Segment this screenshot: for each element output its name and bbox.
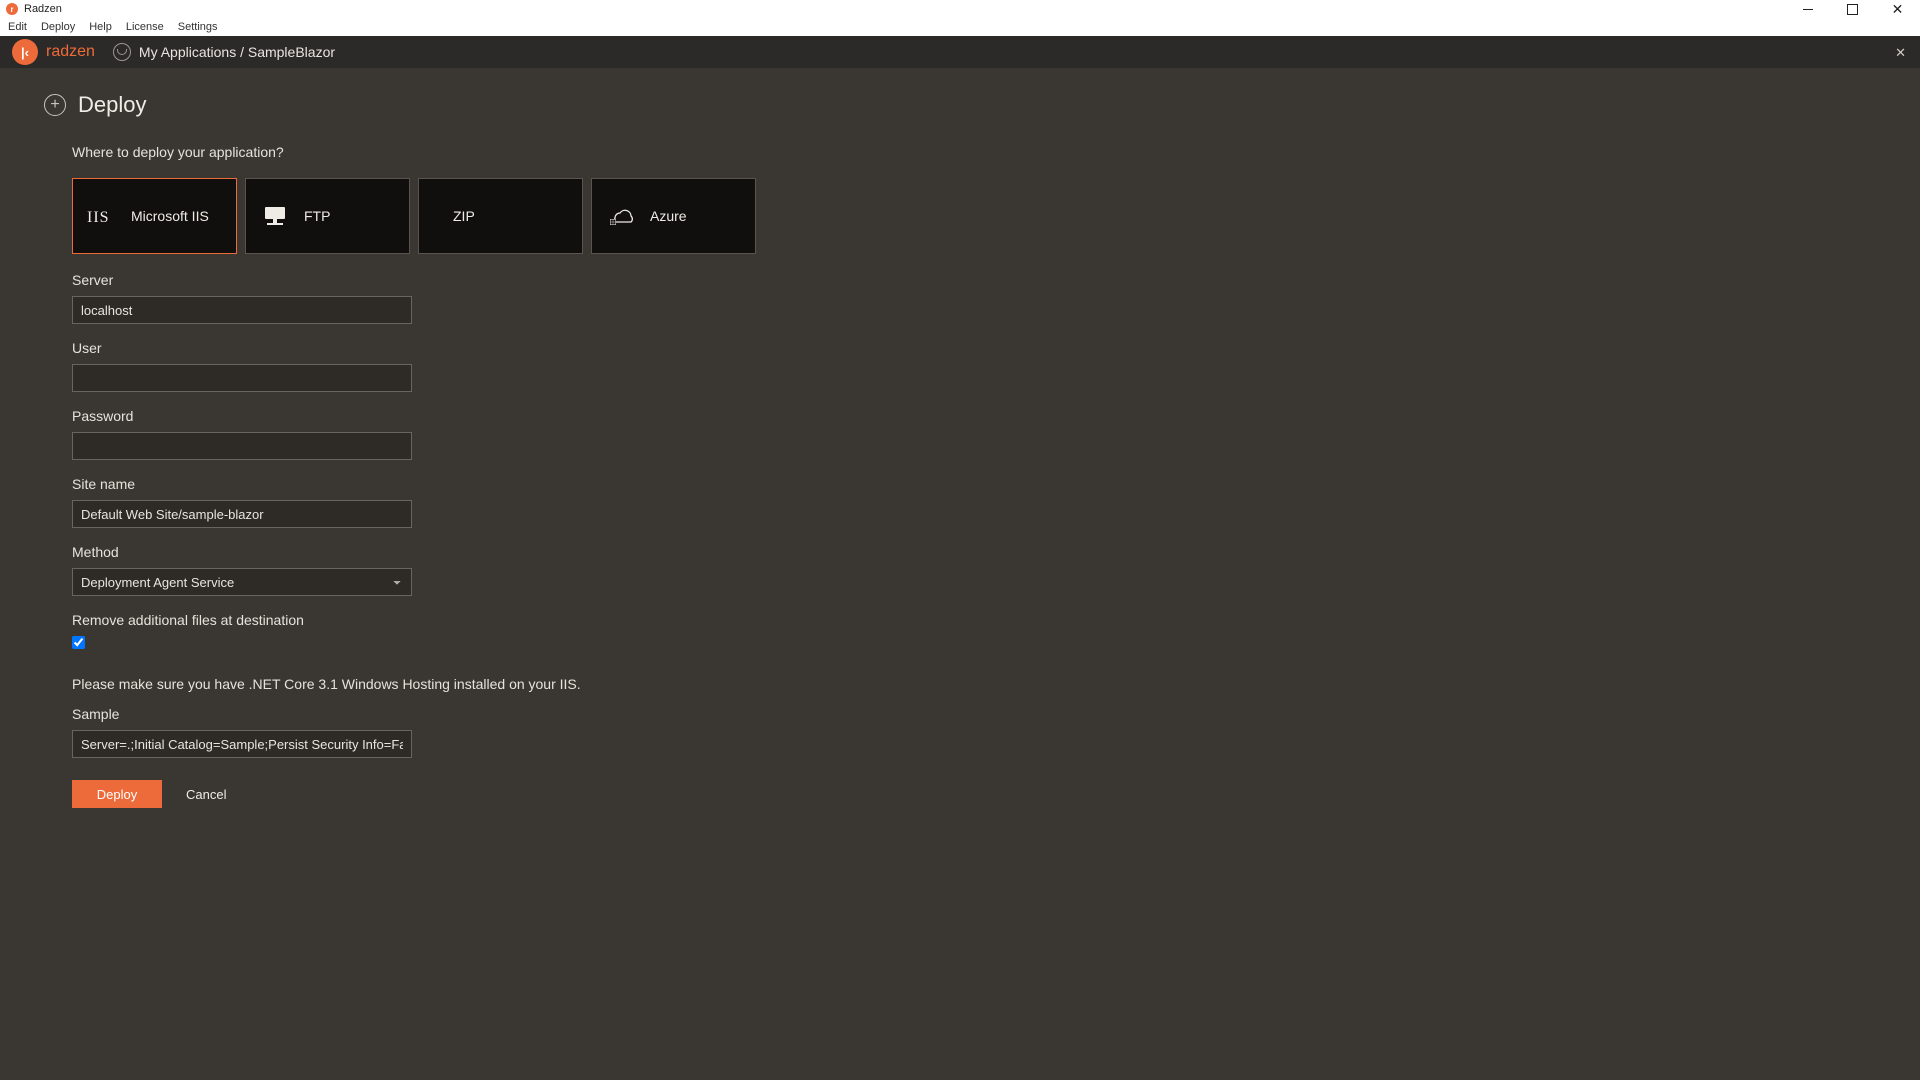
menu-license[interactable]: License [126, 21, 164, 33]
deploy-button[interactable]: Deploy [72, 780, 162, 808]
sitename-label: Site name [72, 476, 892, 492]
method-label: Method [72, 544, 892, 560]
deploy-subheading: Where to deploy your application? [72, 144, 892, 160]
target-label: Microsoft IIS [131, 208, 209, 224]
deploy-targets: IIS Microsoft IIS FTP ZIP Azure [72, 178, 892, 254]
server-label: Server [72, 272, 892, 288]
sample-label: Sample [72, 706, 892, 722]
method-select[interactable]: Deployment Agent Service [72, 568, 412, 596]
hosting-notice: Please make sure you have .NET Core 3.1 … [72, 676, 892, 692]
password-label: Password [72, 408, 892, 424]
menu-edit[interactable]: Edit [8, 21, 27, 33]
menu-deploy[interactable]: Deploy [41, 21, 75, 33]
target-zip[interactable]: ZIP [418, 178, 583, 254]
menu-bar: Edit Deploy Help License Settings [0, 18, 1920, 36]
target-ftp[interactable]: FTP [245, 178, 410, 254]
remove-files-label: Remove additional files at destination [72, 612, 892, 628]
panel-close-icon[interactable]: ✕ [1895, 45, 1906, 61]
target-label: Azure [650, 208, 687, 224]
iis-icon: IIS [87, 205, 117, 227]
password-input[interactable] [72, 432, 412, 460]
plus-circle-icon: + [44, 94, 66, 116]
svg-text:IIS: IIS [87, 209, 110, 226]
sample-input[interactable] [72, 730, 412, 758]
app-icon: r [6, 3, 18, 15]
target-label: FTP [304, 208, 330, 224]
breadcrumb-icon [113, 43, 131, 61]
window-controls: ✕ [1785, 0, 1920, 18]
server-input[interactable] [72, 296, 412, 324]
minimize-button[interactable] [1785, 0, 1830, 18]
app-header: |‹ radzen My Applications / SampleBlazor… [0, 36, 1920, 68]
sitename-input[interactable] [72, 500, 412, 528]
target-iis[interactable]: IIS Microsoft IIS [72, 178, 237, 254]
close-button[interactable]: ✕ [1875, 0, 1920, 18]
menu-settings[interactable]: Settings [178, 21, 218, 33]
target-label: ZIP [453, 208, 475, 224]
remove-files-checkbox[interactable] [72, 636, 85, 649]
maximize-button[interactable] [1830, 0, 1875, 18]
deploy-panel: + Deploy Where to deploy your applicatio… [0, 68, 1920, 1080]
brand-name: radzen [46, 43, 95, 61]
user-label: User [72, 340, 892, 356]
azure-icon [606, 205, 636, 227]
page-title: Deploy [78, 92, 146, 118]
ftp-icon [260, 205, 290, 227]
cancel-button[interactable]: Cancel [186, 787, 226, 802]
user-input[interactable] [72, 364, 412, 392]
window-titlebar: r Radzen ✕ [0, 0, 1920, 18]
window-title: Radzen [24, 3, 62, 15]
menu-help[interactable]: Help [89, 21, 112, 33]
brand-logo-icon: |‹ [12, 39, 38, 65]
breadcrumb[interactable]: My Applications / SampleBlazor [139, 44, 335, 60]
target-azure[interactable]: Azure [591, 178, 756, 254]
